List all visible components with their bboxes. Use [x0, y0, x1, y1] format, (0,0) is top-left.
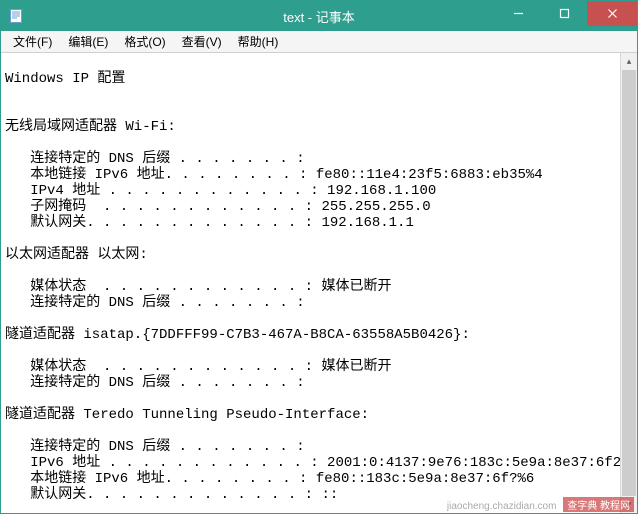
window-controls: [495, 1, 637, 26]
chevron-down-icon: ▾: [627, 499, 632, 510]
menu-format[interactable]: 格式(O): [116, 31, 173, 52]
menu-edit[interactable]: 编辑(E): [60, 31, 116, 52]
close-button[interactable]: [587, 1, 637, 26]
text-content[interactable]: Windows IP 配置 无线局域网适配器 Wi-Fi: 连接特定的 DNS …: [1, 53, 620, 513]
menu-help[interactable]: 帮助(H): [230, 31, 287, 52]
scroll-track[interactable]: [621, 70, 637, 496]
maximize-button[interactable]: [541, 1, 587, 26]
titlebar[interactable]: text - 记事本: [1, 1, 637, 31]
menu-file[interactable]: 文件(F): [5, 31, 60, 52]
minimize-button[interactable]: [495, 1, 541, 26]
notepad-window: text - 记事本 文件(F) 编辑(E) 格式(O) 查看(V) 帮助(H)…: [0, 0, 638, 514]
editor-area: Windows IP 配置 无线局域网适配器 Wi-Fi: 连接特定的 DNS …: [1, 53, 637, 513]
scroll-up-button[interactable]: ▴: [621, 53, 637, 70]
vertical-scrollbar[interactable]: ▴ ▾: [620, 53, 637, 513]
minimize-icon: [513, 8, 524, 19]
scroll-thumb[interactable]: [622, 70, 636, 496]
chevron-up-icon: ▴: [627, 56, 632, 67]
maximize-icon: [559, 8, 570, 19]
app-icon: [1, 9, 31, 23]
scroll-down-button[interactable]: ▾: [621, 496, 637, 513]
close-icon: [607, 8, 618, 19]
menu-view[interactable]: 查看(V): [174, 31, 230, 52]
menubar: 文件(F) 编辑(E) 格式(O) 查看(V) 帮助(H): [1, 31, 637, 53]
